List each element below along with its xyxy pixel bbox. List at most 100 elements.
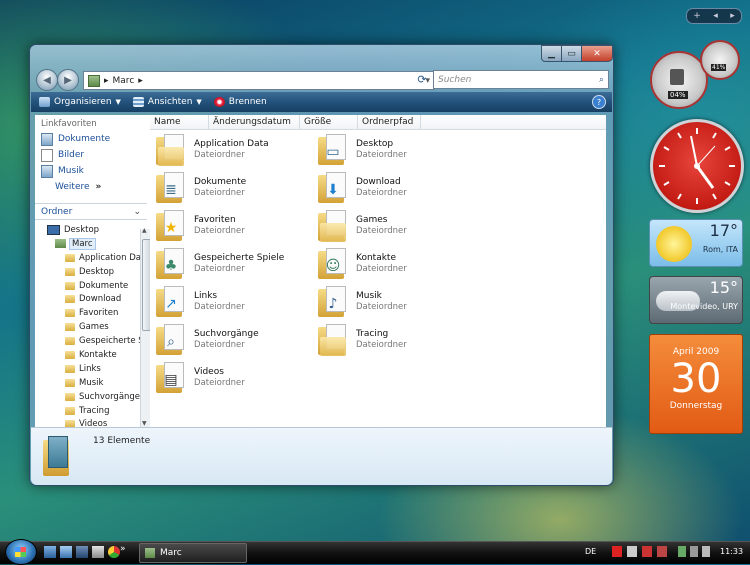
clock-gadget[interactable] xyxy=(650,119,744,213)
scroll-down-icon[interactable]: ▼ xyxy=(142,420,147,427)
tree-item[interactable]: Musik xyxy=(35,376,147,390)
folder-icon xyxy=(65,281,75,290)
burn-button[interactable]: Brennen xyxy=(213,97,267,107)
folder-icon xyxy=(65,253,75,262)
tree-item[interactable]: Games xyxy=(35,320,147,334)
file-item[interactable]: ⌕ Suchvorgänge Dateiordner xyxy=(156,322,316,358)
network-icon[interactable] xyxy=(678,546,686,557)
forward-arrow-icon: ▶ xyxy=(64,74,72,86)
tree-item[interactable]: Kontakte xyxy=(35,348,147,362)
media-icon[interactable] xyxy=(92,546,104,558)
nav-link-documents[interactable]: Dokumente xyxy=(35,131,150,147)
folder-icon xyxy=(65,309,75,318)
update-icon[interactable] xyxy=(657,546,667,557)
file-item[interactable]: ≣ Dokumente Dateiordner xyxy=(156,170,316,206)
file-item[interactable]: ⬇ Download Dateiordner xyxy=(318,170,478,206)
file-name: Tracing xyxy=(356,329,389,339)
views-button[interactable]: Ansichten ▼ xyxy=(132,97,202,107)
file-item[interactable]: ★ Favoriten Dateiordner xyxy=(156,208,316,244)
taskbar-window-button[interactable]: Marc xyxy=(139,543,247,563)
address-bar[interactable]: ▸ Marc ▸ ▾ xyxy=(83,71,435,90)
folder-icon xyxy=(65,267,75,276)
nav-link-pictures[interactable]: Bilder xyxy=(35,147,150,163)
column-header-name[interactable]: Name xyxy=(150,115,209,129)
organize-button[interactable]: Organisieren ▼ xyxy=(39,97,121,107)
file-item[interactable]: ▤ Videos Dateiordner xyxy=(156,360,316,396)
file-type: Dateiordner xyxy=(356,340,407,350)
tree-item[interactable]: Dokumente xyxy=(35,279,147,293)
save-icon[interactable] xyxy=(76,546,88,558)
tree-item[interactable]: Desktop xyxy=(35,265,147,279)
folder-icon xyxy=(65,406,75,415)
tree-item-user[interactable]: Marc xyxy=(35,237,147,251)
explorer-window[interactable]: ▁ ▭ ✕ ◀ ▶ ▸ Marc ▸ ▾ ⟳ Suchen ⌕ Organisi… xyxy=(29,44,614,486)
file-type: Dateiordner xyxy=(356,226,407,236)
ram-meter-gadget[interactable]: 41% xyxy=(700,40,740,80)
column-header-path[interactable]: Ordnerpfad xyxy=(358,115,421,129)
breadcrumb-item[interactable]: Marc xyxy=(113,76,135,86)
folder-icon xyxy=(65,364,75,373)
file-name: Kontakte xyxy=(356,253,396,263)
switch-windows-icon[interactable] xyxy=(60,546,72,558)
next-page-button[interactable]: ▸ xyxy=(730,11,735,21)
file-item[interactable]: Tracing Dateiordner xyxy=(318,322,478,358)
maximize-button[interactable]: ▭ xyxy=(561,45,582,62)
nav-link-music[interactable]: Musik xyxy=(35,163,150,179)
tree-item[interactable]: Videos xyxy=(35,417,147,427)
tree-item[interactable]: Links xyxy=(35,362,147,376)
search-icon[interactable]: ⌕ xyxy=(599,75,604,85)
tree-item[interactable]: Suchvorgänge xyxy=(35,390,147,404)
tree-item[interactable]: Gespeicherte S xyxy=(35,334,147,348)
file-type: Dateiordner xyxy=(194,150,245,160)
folders-header[interactable]: Ordner ⌄ xyxy=(35,203,147,220)
weather-gadget-montevideo[interactable]: 15° Montevideo, URY xyxy=(649,276,743,324)
folder-large-icon xyxy=(43,436,71,476)
file-item[interactable]: Games Dateiordner xyxy=(318,208,478,244)
quicklaunch-chevron-icon[interactable]: » xyxy=(120,544,126,554)
tree-item[interactable]: Tracing xyxy=(35,404,147,418)
file-name: Favoriten xyxy=(194,215,236,225)
file-item[interactable]: ↗ Links Dateiordner xyxy=(156,284,316,320)
column-header-size[interactable]: Größe xyxy=(300,115,358,129)
file-item[interactable]: Application Data Dateiordner xyxy=(156,132,316,168)
weather-gadget-rome[interactable]: 17° Rom, ITA xyxy=(649,219,743,267)
file-type: Dateiordner xyxy=(356,264,407,274)
search-input[interactable]: Suchen ⌕ xyxy=(433,70,609,89)
clock-time[interactable]: 11:33 xyxy=(720,547,743,556)
tree-item-desktop-root[interactable]: Desktop xyxy=(35,223,147,237)
folder-icon xyxy=(65,378,75,387)
desktop-icon xyxy=(47,224,60,235)
file-item[interactable]: ♣ Gespeicherte Spiele Dateiordner xyxy=(156,246,316,282)
security-icon[interactable] xyxy=(627,546,637,557)
file-item[interactable]: ♪ Musik Dateiordner xyxy=(318,284,478,320)
forward-button[interactable]: ▶ xyxy=(57,69,79,91)
file-item[interactable]: ▭ Desktop Dateiordner xyxy=(318,132,478,168)
tree-item[interactable]: Download xyxy=(35,292,147,306)
navigation-pane: Linkfavoriten Dokumente Bilder Musik Wei… xyxy=(35,115,151,427)
help-icon[interactable]: ? xyxy=(592,95,606,109)
refresh-button[interactable]: ⟳ xyxy=(413,71,431,88)
close-button[interactable]: ✕ xyxy=(581,45,613,62)
add-gadget-button[interactable]: + xyxy=(693,11,701,21)
power-icon[interactable] xyxy=(690,546,698,557)
language-indicator[interactable]: DE xyxy=(585,547,596,556)
previous-page-button[interactable]: ◂ xyxy=(713,11,718,21)
start-button[interactable] xyxy=(5,539,37,565)
back-button[interactable]: ◀ xyxy=(36,69,58,91)
show-desktop-icon[interactable] xyxy=(44,546,56,558)
tree-item[interactable]: Favoriten xyxy=(35,306,147,320)
calendar-gadget[interactable]: April 2009 30 Donnerstag xyxy=(649,334,743,434)
antivirus-icon[interactable] xyxy=(612,546,622,557)
scroll-up-icon[interactable]: ▲ xyxy=(142,227,147,234)
tree-item[interactable]: Application Da xyxy=(35,251,147,265)
file-type: Dateiordner xyxy=(194,340,245,350)
minimize-button[interactable]: ▁ xyxy=(541,45,562,62)
browser-icon[interactable] xyxy=(108,546,120,558)
item-count: 13 Elemente xyxy=(93,436,151,446)
system-tray xyxy=(678,546,710,557)
file-item[interactable]: ☺ Kontakte Dateiordner xyxy=(318,246,478,282)
nav-more-link[interactable]: Weitere » xyxy=(35,179,150,195)
volume-icon[interactable] xyxy=(702,546,710,557)
alert-icon[interactable] xyxy=(642,546,652,557)
column-header-date[interactable]: Änderungsdatum xyxy=(209,115,300,129)
